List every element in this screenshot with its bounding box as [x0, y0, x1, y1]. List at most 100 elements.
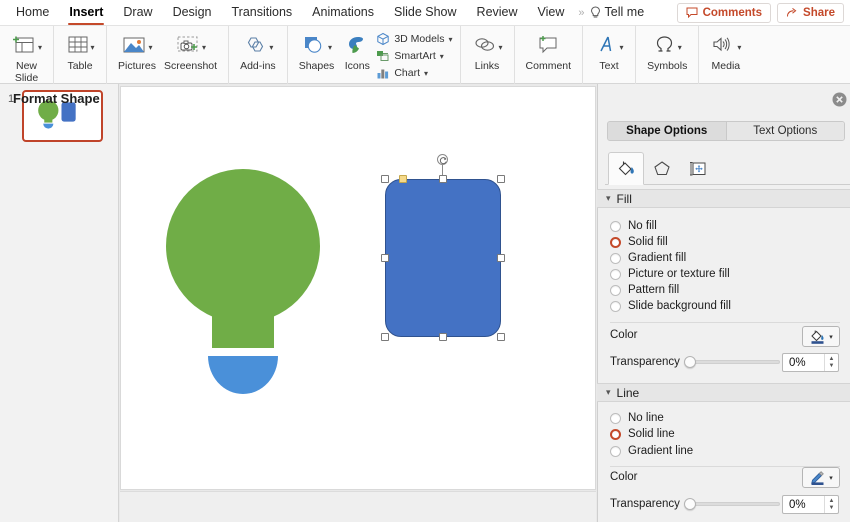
- line-section-header[interactable]: ▾ Line: [597, 383, 850, 402]
- line-option-gradient-line[interactable]: Gradient line: [610, 445, 693, 457]
- 3d-models-caret-icon[interactable]: ▾: [449, 36, 453, 44]
- smartart-caret-icon[interactable]: ▾: [440, 53, 444, 61]
- chart-button[interactable]: Chart ▾: [376, 65, 452, 81]
- fill-option-slide-background-fill[interactable]: Slide background fill: [610, 300, 731, 312]
- share-button[interactable]: Share: [777, 3, 844, 23]
- slide-canvas[interactable]: [120, 86, 596, 490]
- line-color-button[interactable]: ▾: [802, 467, 840, 488]
- line-color-caret-icon[interactable]: ▾: [829, 474, 833, 482]
- fill-option-solid-fill[interactable]: Solid fill: [610, 236, 668, 248]
- line-transparency-down-icon[interactable]: ▼: [829, 506, 835, 511]
- 3d-models-button[interactable]: 3D Models ▾: [376, 31, 452, 47]
- fill-section-header[interactable]: ▾ Fill: [597, 189, 850, 208]
- radio-solid-line[interactable]: [610, 429, 621, 440]
- icon-tab-fill[interactable]: [608, 152, 644, 185]
- comments-button[interactable]: Comments: [677, 3, 771, 23]
- lightbulb-shape[interactable]: [166, 163, 320, 395]
- fill-option-gradient-fill[interactable]: Gradient fill: [610, 252, 686, 264]
- radio-pattern-fill[interactable]: [610, 285, 621, 296]
- icons-button[interactable]: Icons: [338, 29, 376, 74]
- screenshot-caret-icon[interactable]: ▾: [202, 44, 206, 52]
- menu-item-home[interactable]: Home: [6, 1, 59, 24]
- radio-gradient-fill[interactable]: [610, 253, 621, 264]
- menu-item-draw[interactable]: Draw: [113, 1, 162, 24]
- menu-item-design[interactable]: Design: [163, 1, 222, 24]
- line-transparency-slider-knob[interactable]: [684, 498, 696, 510]
- radio-solid-fill[interactable]: [610, 237, 621, 248]
- shapes-button[interactable]: ▾ Shapes: [295, 29, 339, 74]
- rotation-handle[interactable]: [437, 154, 448, 165]
- fill-transparency-down-icon[interactable]: ▼: [829, 364, 835, 369]
- menu-item-animations[interactable]: Animations: [302, 1, 384, 24]
- links-button[interactable]: ▾ Links: [468, 29, 507, 74]
- fill-color-caret-icon[interactable]: ▾: [829, 333, 833, 341]
- smartart-button[interactable]: SmartArt ▾: [376, 48, 452, 64]
- icon-tab-size-properties[interactable]: [680, 152, 716, 185]
- new-slide-caret-icon[interactable]: ▾: [38, 44, 42, 52]
- fill-transparency-spinner[interactable]: 0% ▲ ▼: [782, 353, 839, 372]
- new-slide-icon: [11, 33, 37, 57]
- screenshot-button[interactable]: ▾ Screenshot: [160, 29, 221, 74]
- pictures-button[interactable]: ▾ Pictures: [114, 29, 160, 74]
- comment-button[interactable]: Comment: [522, 29, 576, 74]
- menu-item-view[interactable]: View: [528, 1, 575, 24]
- adjustment-handle[interactable]: [399, 175, 407, 183]
- media-caret-icon[interactable]: ▾: [737, 44, 741, 52]
- fill-option-picture-or-texture-fill[interactable]: Picture or texture fill: [610, 268, 730, 280]
- symbols-caret-icon[interactable]: ▾: [678, 44, 682, 52]
- close-icon[interactable]: [832, 92, 847, 107]
- line-transparency-up-icon[interactable]: ▲: [829, 499, 835, 504]
- fill-color-button[interactable]: ▾: [802, 326, 840, 347]
- links-caret-icon[interactable]: ▾: [499, 44, 503, 52]
- line-option-solid-line[interactable]: Solid line: [610, 428, 675, 440]
- tab-text-options[interactable]: Text Options: [726, 122, 845, 140]
- menu-overflow-icon[interactable]: »: [574, 7, 587, 19]
- radio-slide-background-fill[interactable]: [610, 301, 621, 312]
- shapes-caret-icon[interactable]: ▾: [328, 44, 332, 52]
- fill-transparency-arrows[interactable]: ▲ ▼: [824, 354, 838, 371]
- symbols-button[interactable]: ▾ Symbols: [643, 29, 691, 74]
- selection-handle-top-center[interactable]: [439, 175, 447, 183]
- rounded-rectangle-shape[interactable]: [385, 179, 501, 337]
- fill-transparency-slider-knob[interactable]: [684, 356, 696, 368]
- radio-gradient-line[interactable]: [610, 446, 621, 457]
- selection-handle-top-left[interactable]: [381, 175, 389, 183]
- media-button[interactable]: ▾ Media: [706, 29, 745, 74]
- menu-item-review[interactable]: Review: [467, 1, 528, 24]
- addins-button[interactable]: ▾ Add-ins: [236, 29, 280, 74]
- text-button[interactable]: ▾ Text: [590, 29, 628, 74]
- radio-no-fill[interactable]: [610, 221, 621, 232]
- menu-item-transitions[interactable]: Transitions: [221, 1, 302, 24]
- chart-caret-icon[interactable]: ▾: [424, 70, 428, 78]
- slide-thumbnail-panel[interactable]: [0, 84, 119, 522]
- selection-handle-middle-right[interactable]: [497, 254, 505, 262]
- menu-item-insert[interactable]: Insert: [59, 1, 113, 24]
- selection-handle-middle-left[interactable]: [381, 254, 389, 262]
- table-button[interactable]: ▾ Table: [61, 29, 99, 74]
- fill-collapse-icon[interactable]: ▾: [606, 193, 611, 204]
- line-transparency-spinner[interactable]: 0% ▲ ▼: [782, 495, 839, 514]
- line-collapse-icon[interactable]: ▾: [606, 387, 611, 398]
- menu-item-slide-show[interactable]: Slide Show: [384, 1, 467, 24]
- fill-option-pattern-fill[interactable]: Pattern fill: [610, 284, 679, 296]
- fill-option-no-fill[interactable]: No fill: [610, 220, 657, 232]
- text-caret-icon[interactable]: ▾: [620, 44, 624, 52]
- radio-no-line[interactable]: [610, 413, 621, 424]
- fill-transparency-up-icon[interactable]: ▲: [829, 357, 835, 362]
- selection-handle-bottom-right[interactable]: [497, 333, 505, 341]
- radio-picture-or-texture-fill[interactable]: [610, 269, 621, 280]
- icon-tab-effects[interactable]: [644, 152, 680, 185]
- table-caret-icon[interactable]: ▾: [91, 44, 95, 52]
- pictures-caret-icon[interactable]: ▾: [148, 44, 152, 52]
- selection-handle-bottom-center[interactable]: [439, 333, 447, 341]
- new-slide-button[interactable]: ▾ NewSlide: [7, 29, 46, 85]
- line-option-no-line[interactable]: No line: [610, 412, 664, 424]
- line-transparency-slider-track[interactable]: [686, 502, 780, 506]
- line-transparency-arrows[interactable]: ▲ ▼: [824, 496, 838, 513]
- fill-transparency-slider-track[interactable]: [686, 360, 780, 364]
- selection-handle-top-right[interactable]: [497, 175, 505, 183]
- addins-caret-icon[interactable]: ▾: [269, 44, 273, 52]
- tell-me-button[interactable]: Tell me: [588, 1, 645, 24]
- tab-shape-options[interactable]: Shape Options: [608, 122, 726, 140]
- selection-handle-bottom-left[interactable]: [381, 333, 389, 341]
